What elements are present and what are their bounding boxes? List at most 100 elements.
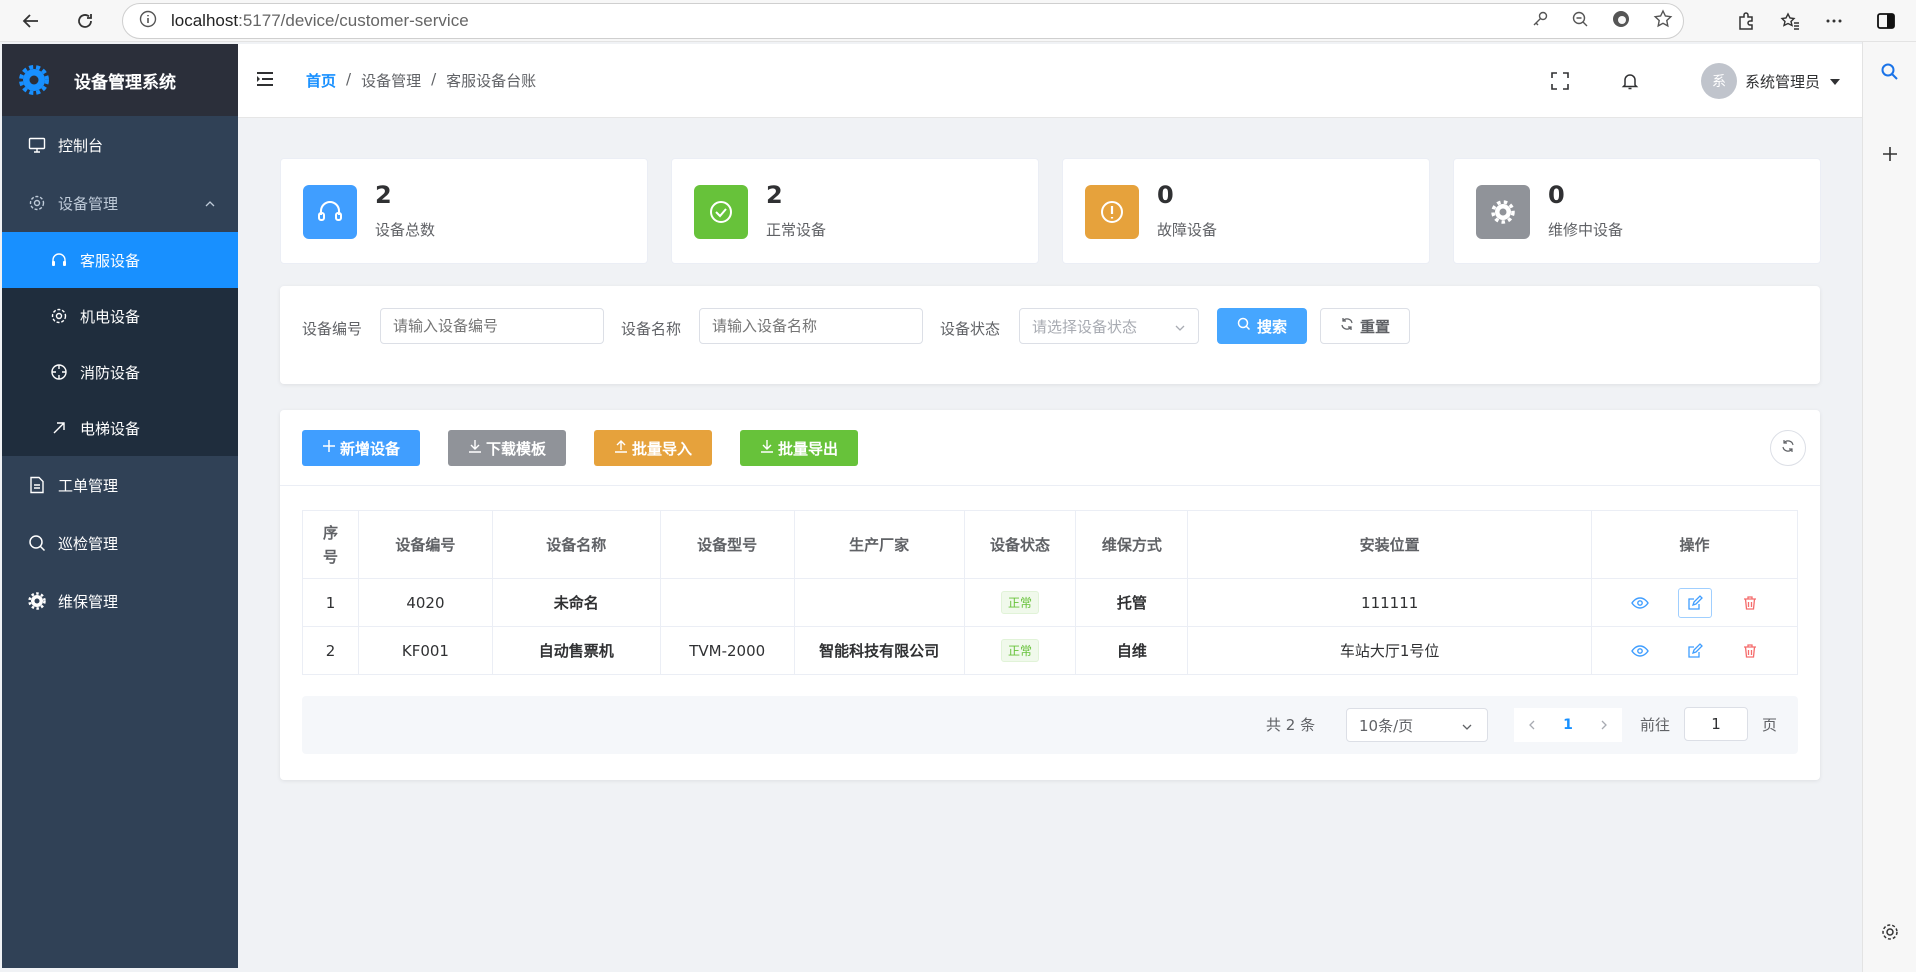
page-size-select[interactable]: 10条/页 — [1346, 708, 1488, 742]
edit-icon[interactable] — [1678, 639, 1712, 663]
back-icon[interactable] — [10, 0, 52, 42]
sidebar-toggle-icon[interactable] — [1856, 0, 1916, 42]
view-eye-icon[interactable] — [1628, 591, 1652, 615]
pagination-total: 共 2 条 — [1266, 716, 1316, 734]
cell-actions — [1591, 578, 1798, 627]
gear-icon — [28, 194, 46, 212]
batch-export-button[interactable]: 批量导出 — [740, 430, 858, 466]
stat-label: 设备总数 — [375, 221, 436, 239]
avatar: 系 — [1700, 63, 1737, 99]
sidebar-item-device-management[interactable]: 设备管理 — [2, 174, 238, 232]
sidebar: 设备管理系统 控制台 设备管理 客服设备 机电设备 消防设备 电梯设备 工单管理 — [2, 44, 238, 968]
check-circle-icon — [694, 185, 748, 239]
info-icon[interactable] — [139, 10, 157, 32]
sidebar-item-elevator-device[interactable]: 电梯设备 — [2, 400, 238, 456]
breadcrumb-home[interactable]: 首页 — [306, 70, 336, 91]
sidebar-item-customer-service-device[interactable]: 客服设备 — [2, 232, 238, 288]
extensions-icon[interactable] — [1724, 0, 1768, 42]
user-menu[interactable]: 系 系统管理员 — [1700, 63, 1840, 99]
search-icon — [28, 534, 46, 552]
cell-name: 自动售票机 — [491, 626, 661, 675]
status-label: 设备状态 — [940, 320, 1001, 338]
warning-icon — [1085, 185, 1139, 239]
table-header-row: 序 号 设备编号 设备名称 设备型号 生产厂家 设备状态 维保方式 安装位置 操… — [302, 510, 1798, 579]
cell-status: 正常 — [963, 626, 1077, 675]
download-template-button[interactable]: 下载模板 — [448, 430, 566, 466]
status-badge: 正常 — [1000, 639, 1039, 662]
zoom-out-icon[interactable] — [1571, 10, 1589, 32]
menu-toggle-icon[interactable] — [256, 71, 274, 91]
col-header-code: 设备编号 — [357, 510, 493, 579]
address-bar[interactable]: localhost:5177/device/customer-service — [122, 3, 1684, 39]
sidebar-item-label: 工单管理 — [58, 476, 119, 495]
page-number-current[interactable]: 1 — [1563, 717, 1573, 733]
fullscreen-icon[interactable] — [1525, 71, 1595, 91]
delete-trash-icon[interactable] — [1738, 639, 1762, 663]
favorite-star-icon[interactable] — [1653, 9, 1673, 33]
settings-icon[interactable] — [1863, 912, 1916, 952]
batch-import-button[interactable]: 批量导入 — [594, 430, 712, 466]
goto-page-input[interactable] — [1684, 707, 1748, 741]
sidebar-item-label: 客服设备 — [80, 251, 141, 270]
page-navigation: 1 — [1514, 708, 1622, 742]
user-name: 系统管理员 — [1744, 72, 1820, 91]
add-device-button[interactable]: 新增设备 — [302, 430, 420, 466]
cell-maker — [793, 578, 965, 627]
stat-value: 0 — [1157, 181, 1174, 209]
cell-model — [659, 578, 795, 627]
sidebar-item-inspection[interactable]: 巡检管理 — [2, 514, 238, 572]
col-header-actions: 操作 — [1591, 510, 1798, 579]
device-status-select[interactable]: 请选择设备状态 — [1019, 308, 1199, 344]
sidebar-item-label: 电梯设备 — [80, 419, 141, 438]
stat-card-fault: 0 故障设备 — [1062, 158, 1430, 264]
plus-icon[interactable] — [1863, 134, 1916, 174]
gear-icon — [1476, 185, 1530, 239]
stat-label: 正常设备 — [766, 221, 827, 239]
sidebar-item-electromechanical-device[interactable]: 机电设备 — [2, 288, 238, 344]
search-form: 设备编号 设备名称 设备状态 请选择设备状态 搜索 重置 — [280, 286, 1820, 384]
app-logo[interactable]: 设备管理系统 — [2, 44, 238, 116]
stat-label: 维修中设备 — [1548, 221, 1624, 239]
refresh-icon — [1781, 439, 1795, 457]
col-header-location: 安装位置 — [1187, 510, 1593, 579]
edge-icon[interactable] — [1611, 9, 1631, 33]
edit-icon[interactable] — [1677, 587, 1712, 618]
key-icon[interactable] — [1531, 10, 1549, 32]
search-button[interactable]: 搜索 — [1217, 308, 1307, 344]
sidebar-item-fire-device[interactable]: 消防设备 — [2, 344, 238, 400]
main-content: 2 设备总数 2 正常设备 0 故障设备 0 维修中设备 设备编号 设备名称 设… — [238, 118, 1862, 970]
cell-location: 111111 — [1187, 578, 1593, 627]
breadcrumb-separator: / — [346, 70, 352, 88]
download-icon — [468, 439, 482, 457]
breadcrumb-item: 设备管理 — [361, 72, 422, 90]
device-name-input[interactable] — [699, 308, 923, 344]
table-row: 2 KF001 自动售票机 TVM-2000 智能科技有限公司 正常 自维 车站… — [302, 626, 1798, 675]
status-badge: 正常 — [1000, 591, 1039, 614]
app-title: 设备管理系统 — [74, 72, 176, 93]
compass-icon — [50, 363, 68, 381]
download-icon — [760, 439, 774, 457]
select-placeholder: 请选择设备状态 — [1032, 317, 1138, 336]
plus-icon — [322, 439, 336, 457]
more-icon[interactable] — [1812, 0, 1856, 42]
bell-icon[interactable] — [1595, 71, 1665, 91]
search-icon[interactable] — [1863, 52, 1916, 92]
refresh-table-button[interactable] — [1770, 430, 1806, 466]
pagination: 共 2 条 10条/页 1 前往 页 — [302, 696, 1798, 754]
view-eye-icon[interactable] — [1628, 639, 1652, 663]
prev-page-icon[interactable] — [1527, 716, 1537, 734]
favorites-icon[interactable] — [1768, 0, 1812, 42]
delete-trash-icon[interactable] — [1738, 591, 1762, 615]
device-code-input[interactable] — [380, 308, 604, 344]
browser-side-panel — [1862, 42, 1916, 972]
sidebar-item-dashboard[interactable]: 控制台 — [2, 116, 238, 174]
next-page-icon[interactable] — [1599, 716, 1609, 734]
gear-logo-icon — [18, 64, 50, 96]
reload-icon[interactable] — [64, 0, 106, 42]
cell-code: KF001 — [357, 626, 493, 675]
sidebar-item-label: 机电设备 — [80, 307, 141, 326]
sidebar-item-maintenance[interactable]: 维保管理 — [2, 572, 238, 630]
col-header-maintenance: 维保方式 — [1075, 510, 1189, 579]
sidebar-item-work-order[interactable]: 工单管理 — [2, 456, 238, 514]
reset-button[interactable]: 重置 — [1320, 308, 1410, 344]
